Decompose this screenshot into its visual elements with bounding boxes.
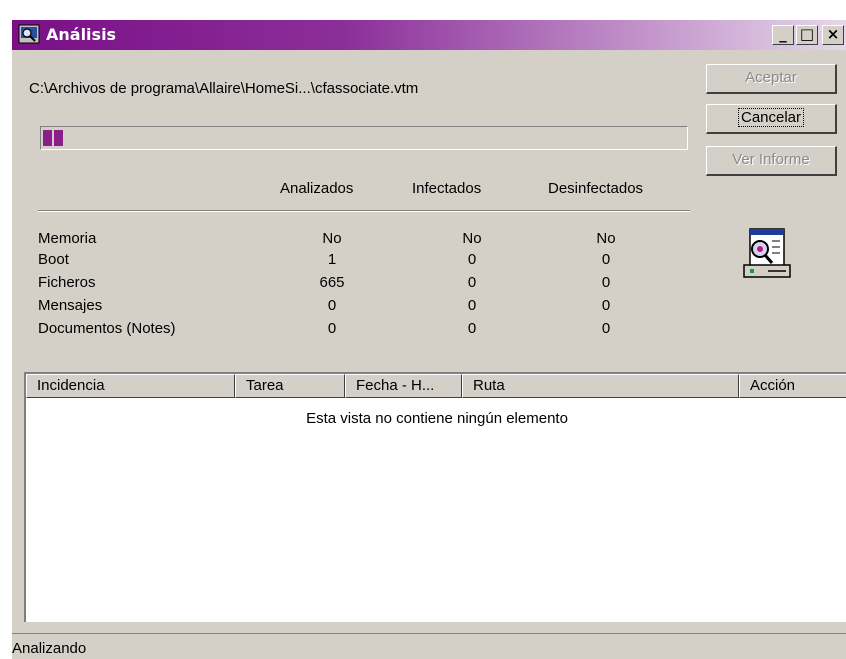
- accept-button-label: Aceptar: [745, 69, 797, 86]
- row-label-files: Ficheros: [38, 274, 96, 291]
- current-file-path: C:\Archivos de programa\Allaire\HomeSi..…: [29, 80, 419, 97]
- boot-disinfected: 0: [601, 251, 611, 268]
- list-col-action[interactable]: Acción: [739, 374, 846, 398]
- files-disinfected: 0: [601, 274, 611, 291]
- notes-disinfected: 0: [601, 320, 611, 337]
- empty-list-message: Esta vista no contiene ningún elemento: [306, 410, 568, 427]
- list-col-date[interactable]: Fecha - H...: [345, 374, 462, 398]
- memory-disinfected: No: [596, 230, 616, 247]
- row-label-memory: Memoria: [38, 230, 97, 247]
- minimize-button[interactable]: _: [772, 25, 794, 45]
- scan-app-icon: [18, 24, 40, 44]
- memory-infected: No: [462, 230, 482, 247]
- messages-disinfected: 0: [601, 297, 611, 314]
- analysis-dialog: Análisis _ □ × C:\Archivos de programa\A…: [10, 18, 846, 659]
- notes-analyzed: 0: [327, 320, 337, 337]
- files-analyzed: 665: [319, 274, 345, 291]
- window-title: Análisis: [46, 25, 117, 44]
- status-bar: Analizando: [12, 633, 846, 659]
- list-col-path[interactable]: Ruta: [462, 374, 739, 398]
- view-report-button[interactable]: Ver Informe: [706, 146, 837, 176]
- incidents-list[interactable]: Incidencia Tarea Fecha - H... Ruta Acció…: [24, 372, 846, 622]
- column-infected: Infectados: [412, 180, 482, 197]
- messages-infected: 0: [467, 297, 477, 314]
- column-disinfected: Desinfectados: [548, 180, 644, 197]
- messages-analyzed: 0: [327, 297, 337, 314]
- close-button[interactable]: ×: [822, 25, 844, 45]
- title-bar[interactable]: Análisis _ □ ×: [12, 20, 846, 50]
- row-label-messages: Mensajes: [38, 297, 103, 314]
- view-report-button-label: Ver Informe: [732, 151, 810, 168]
- cancel-button[interactable]: Cancelar: [706, 104, 837, 134]
- column-analyzed: Analizados: [280, 180, 354, 197]
- list-col-incident[interactable]: Incidencia: [26, 374, 235, 398]
- row-label-boot: Boot: [38, 251, 69, 268]
- notes-infected: 0: [467, 320, 477, 337]
- progress-block: [54, 130, 63, 146]
- boot-analyzed: 1: [327, 251, 337, 268]
- incidents-list-header: Incidencia Tarea Fecha - H... Ruta Acció…: [26, 374, 846, 398]
- memory-analyzed: No: [322, 230, 342, 247]
- virus-scan-icon: [743, 228, 791, 278]
- scan-progress-bar: [40, 126, 688, 150]
- boot-infected: 0: [467, 251, 477, 268]
- row-label-notes-documents: Documentos (Notes): [38, 320, 176, 337]
- cancel-button-label: Cancelar: [737, 108, 805, 127]
- maximize-button[interactable]: □: [796, 25, 818, 45]
- stats-divider: [38, 210, 690, 212]
- progress-block: [43, 130, 52, 146]
- status-text: Analizando: [12, 640, 87, 657]
- accept-button[interactable]: Aceptar: [706, 64, 837, 94]
- list-col-task[interactable]: Tarea: [235, 374, 345, 398]
- files-infected: 0: [467, 274, 477, 291]
